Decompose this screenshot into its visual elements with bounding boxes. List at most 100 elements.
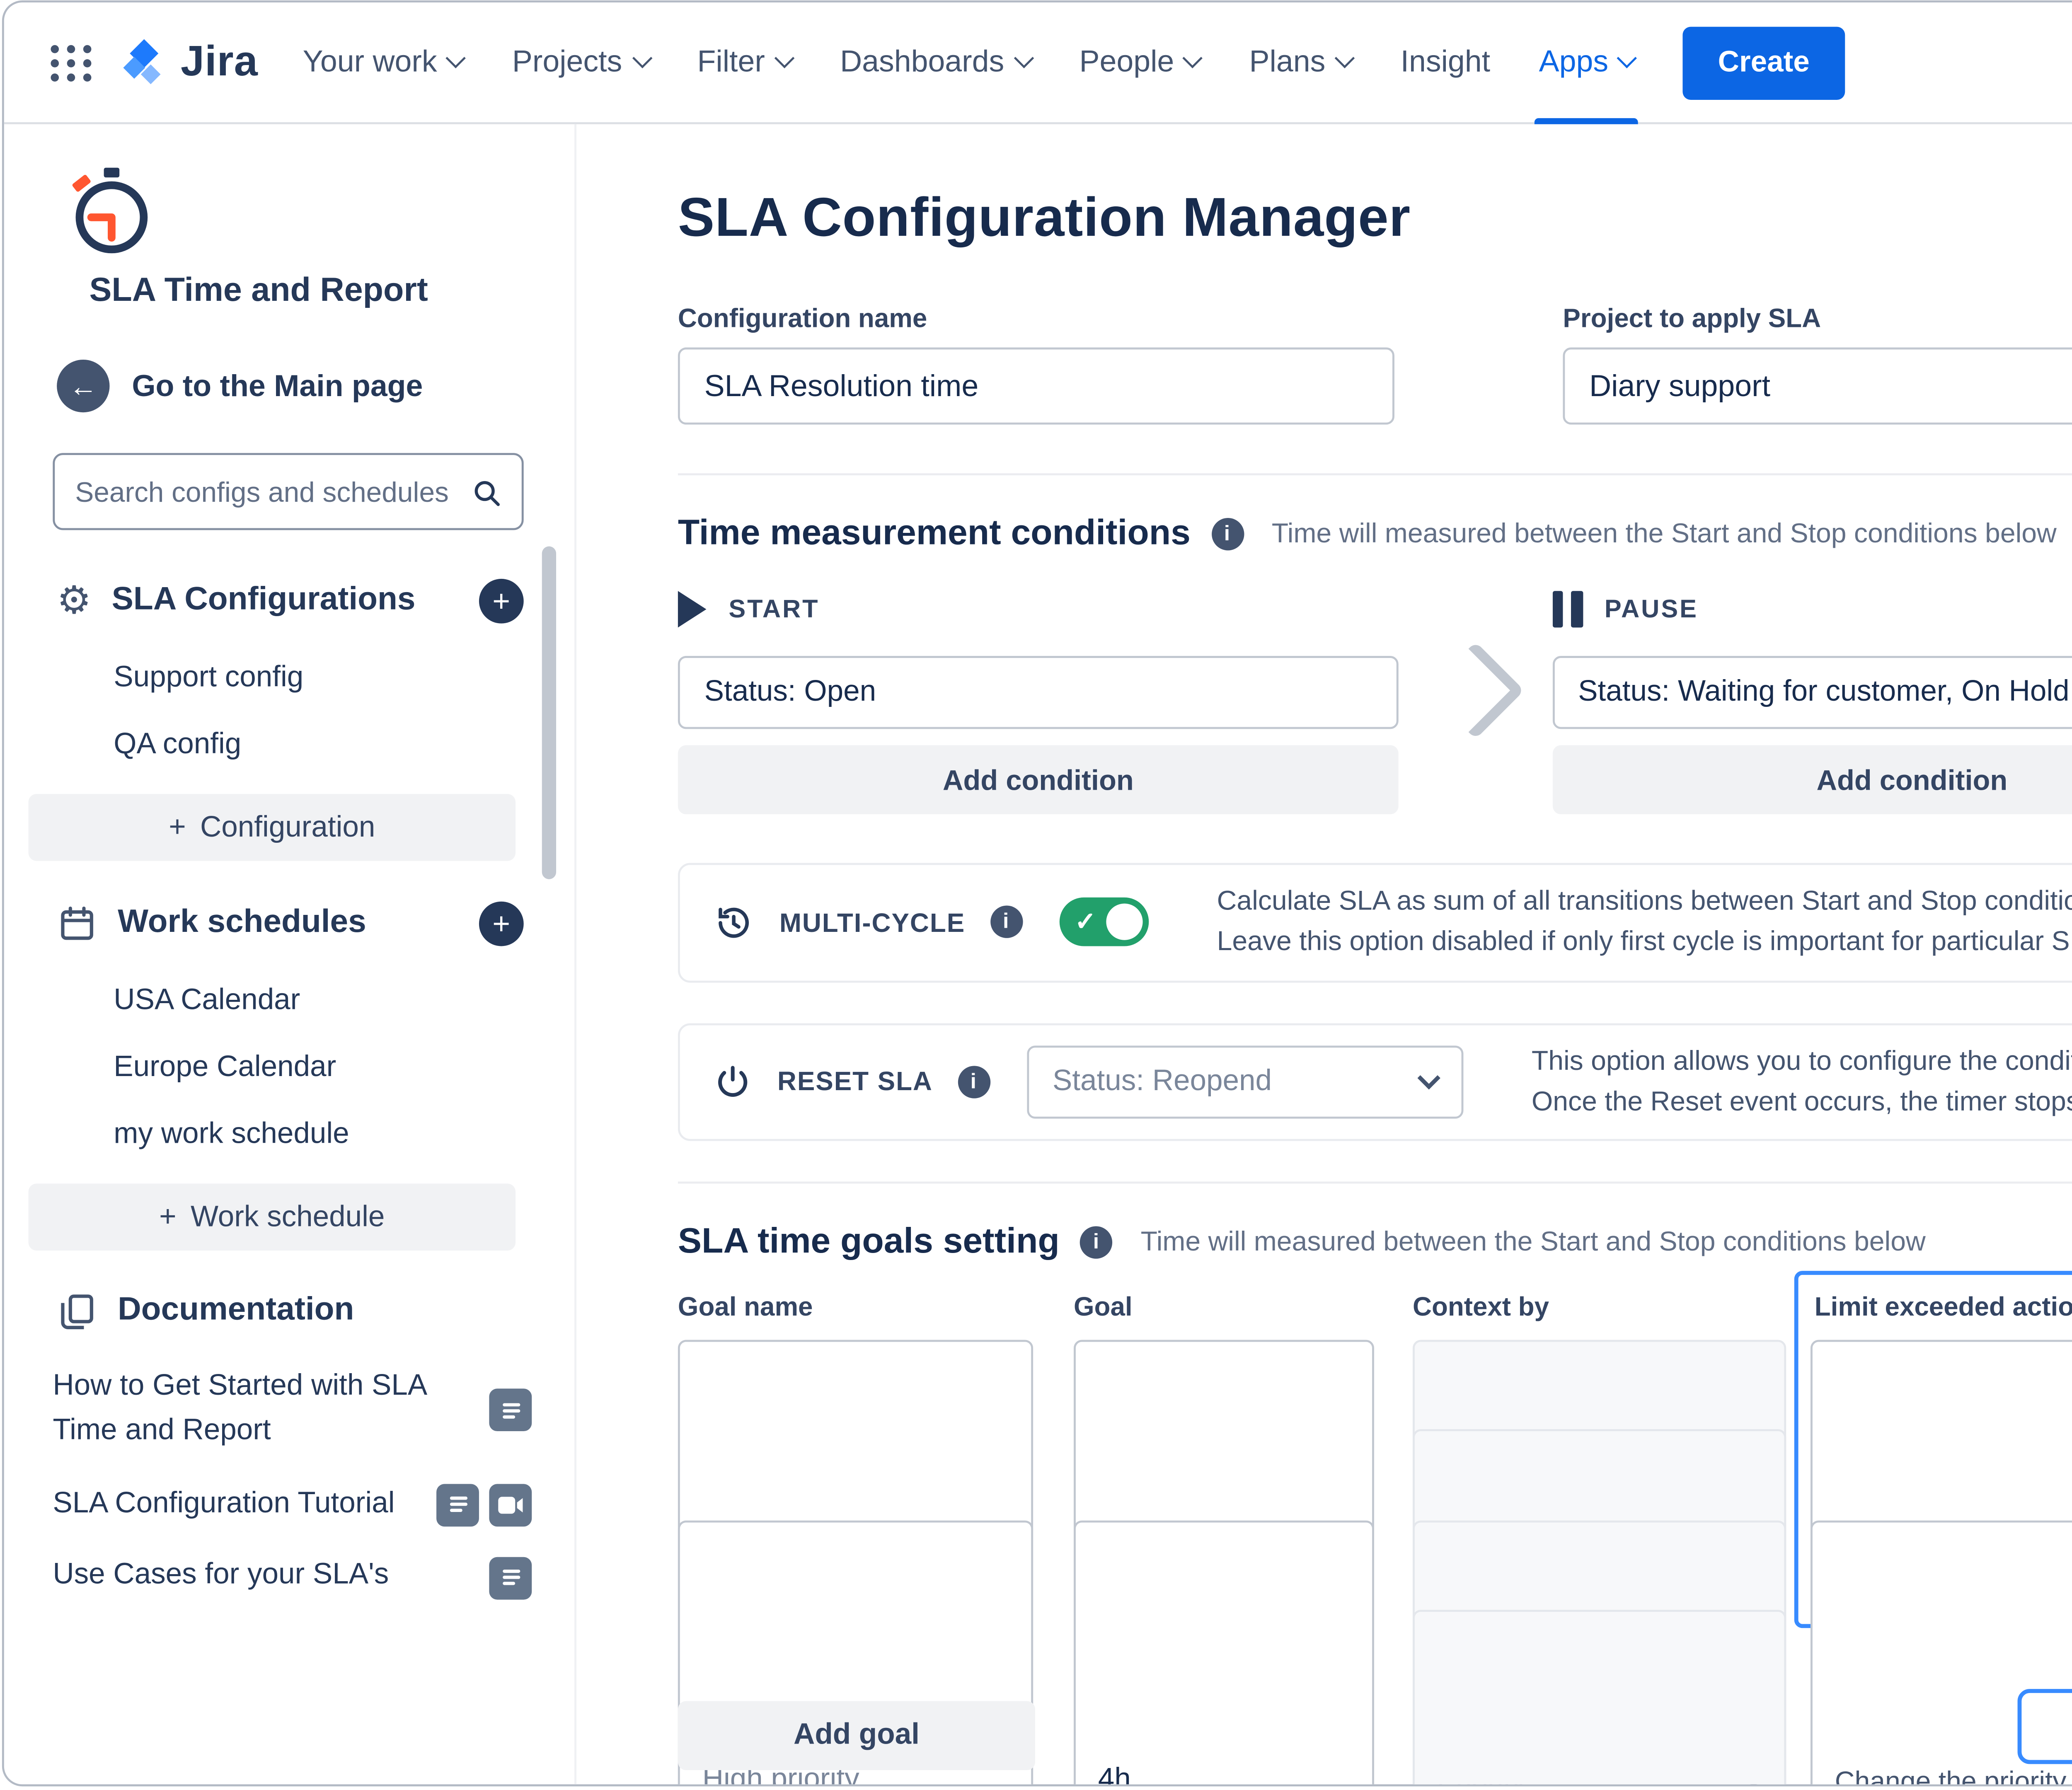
reset-condition-select[interactable]: Status: Reopend	[1026, 1045, 1462, 1118]
work-schedules-header: Work schedules +	[57, 902, 524, 946]
section-title: SLA Configurations	[112, 583, 459, 619]
multi-cycle-description: Calculate SLA as sum of all transitions …	[1217, 881, 2072, 963]
grid-icon	[50, 44, 92, 80]
add-goal-button[interactable]: Add goal	[678, 1701, 1035, 1770]
sidebar-item-my-work-schedule[interactable]: my work schedule	[53, 1101, 523, 1168]
goals-table: Goal name Goal Context by Limit exceeded…	[678, 1271, 2072, 1786]
nav-plans[interactable]: Plans	[1225, 1, 1376, 123]
col-context-by: Context by	[1413, 1291, 1549, 1321]
info-icon[interactable]: i	[1211, 517, 1243, 549]
doc-link-get-started[interactable]: How to Get Started with SLA Time and Rep…	[53, 1352, 532, 1469]
sidebar-item-usa-calendar[interactable]: USA Calendar	[53, 966, 523, 1033]
add-configuration-button[interactable]: + Configuration	[29, 794, 516, 861]
app-window: Jira Your work Projects Filter Dashboard…	[2, 0, 2072, 1786]
chevron-down-icon	[446, 48, 466, 68]
nav-apps[interactable]: Apps	[1515, 1, 1659, 123]
nav-people[interactable]: People	[1055, 1, 1225, 123]
history-icon	[712, 901, 755, 943]
sidebar-item-europe-calendar[interactable]: Europe Calendar	[53, 1033, 523, 1101]
pause-condition-column: PAUSE Add condition	[1552, 587, 2072, 815]
config-name-input[interactable]	[678, 348, 1394, 425]
document-badge-icon	[489, 1556, 532, 1599]
reset-sla-row: RESET SLA i Status: Reopend This option …	[678, 1022, 2072, 1141]
document-badge-icon	[489, 1389, 532, 1432]
play-icon	[678, 591, 707, 627]
doc-link-configuration-tutorial[interactable]: SLA Configuration Tutorial	[53, 1469, 532, 1541]
chevron-down-icon	[632, 48, 651, 68]
brand-name: Jira	[181, 38, 258, 87]
document-badge-icon	[436, 1484, 479, 1526]
sidebar-search[interactable]	[53, 453, 523, 530]
project-select[interactable]: Diary support	[1563, 348, 2072, 425]
sidebar-search-input[interactable]	[75, 477, 454, 507]
sidebar: SLA Time and Report ← Go to the Main pag…	[4, 124, 576, 1785]
jira-logo-icon	[118, 36, 170, 89]
chevron-down-icon	[774, 48, 794, 68]
add-configuration-icon-button[interactable]: +	[479, 579, 524, 624]
documents-icon	[57, 1291, 97, 1332]
info-icon[interactable]: i	[957, 1065, 990, 1098]
gear-icon: ⚙	[57, 582, 91, 620]
plus-icon: +	[169, 811, 186, 844]
col-goal: Goal	[1074, 1291, 1133, 1321]
doc-link-use-cases[interactable]: Use Cases for your SLA's	[53, 1541, 532, 1614]
chevron-down-icon	[1617, 48, 1637, 68]
sla-configurations-header: ⚙ SLA Configurations +	[57, 579, 524, 624]
project-label: Project to apply SLA	[1563, 303, 2072, 333]
add-work-schedule-button[interactable]: + Work schedule	[29, 1184, 516, 1251]
chevron-down-icon	[1184, 48, 1203, 68]
back-arrow-icon: ←	[57, 360, 109, 412]
time-conditions-hint: Time will measured between the Start and…	[1272, 518, 2057, 548]
page-title: SLA Configuration Manager	[678, 186, 1411, 249]
sidebar-item-qa-config[interactable]: QA config	[53, 711, 523, 778]
calendar-icon	[57, 904, 97, 944]
power-icon	[712, 1061, 753, 1102]
app-title: SLA Time and Report	[90, 272, 522, 311]
stopwatch-logo-icon	[65, 165, 158, 258]
nav-filter[interactable]: Filter	[673, 1, 816, 123]
documentation-header: Documentation	[57, 1291, 524, 1332]
main-content: SLA Configuration Manager Enabled ✓ ? Bo…	[576, 124, 2072, 1785]
pause-add-condition-button[interactable]: Add condition	[1552, 745, 2072, 815]
reset-sla-label: RESET SLA	[777, 1067, 933, 1097]
sidebar-item-support-config[interactable]: Support config	[53, 644, 523, 711]
info-icon[interactable]: i	[990, 906, 1022, 939]
nav-projects[interactable]: Projects	[488, 1, 673, 123]
chevron-down-icon	[1014, 48, 1034, 68]
pause-label: PAUSE	[1605, 595, 1698, 624]
reset-sla-description: This option allows you to configure the …	[1532, 1040, 2072, 1122]
goals-section-title: SLA time goals setting	[678, 1220, 1060, 1263]
nav-menu: Your work Projects Filter Dashboards Peo…	[278, 1, 1659, 123]
top-navigation: Jira Your work Projects Filter Dashboard…	[4, 2, 2072, 124]
app-logo-block: SLA Time and Report	[53, 165, 521, 311]
plus-icon: +	[159, 1201, 176, 1233]
nav-dashboards[interactable]: Dashboards	[816, 1, 1055, 123]
pause-icon	[1552, 591, 1582, 627]
automated-sla-actions-annotation: Automated SLA Actions	[2018, 1689, 2072, 1764]
col-limit-exceeded-action: Limit exceeded action	[1815, 1291, 2072, 1321]
col-goal-name: Goal name	[678, 1291, 813, 1321]
section-title: Documentation	[118, 1293, 524, 1330]
create-button[interactable]: Create	[1683, 26, 1844, 99]
multi-cycle-row: MULTI-CYCLE i ✓ Calculate SLA as sum of …	[678, 863, 2072, 982]
start-add-condition-button[interactable]: Add condition	[678, 745, 1399, 815]
multi-cycle-toggle[interactable]: ✓	[1059, 898, 1148, 947]
search-icon	[471, 474, 501, 509]
check-icon: ✓	[1075, 906, 1096, 936]
app-switcher-button[interactable]	[41, 32, 102, 93]
start-condition-column: START Add condition	[678, 587, 1399, 815]
sidebar-scrollbar[interactable]	[542, 547, 556, 879]
nav-insight[interactable]: Insight	[1376, 1, 1515, 123]
info-icon[interactable]: i	[1080, 1225, 1112, 1258]
pause-condition-input[interactable]	[1552, 656, 2072, 729]
add-schedule-icon-button[interactable]: +	[479, 902, 524, 946]
back-to-main-link[interactable]: ← Go to the Main page	[57, 360, 522, 412]
video-badge-icon	[489, 1484, 532, 1526]
nav-your-work[interactable]: Your work	[278, 1, 488, 123]
goal-time-input[interactable]	[1074, 1521, 1374, 1787]
section-title: Work schedules	[118, 905, 459, 942]
context-value-select[interactable]: High	[1413, 1610, 1786, 1786]
config-name-label: Configuration name	[678, 303, 1394, 333]
jira-logo[interactable]: Jira	[118, 36, 258, 89]
start-condition-input[interactable]	[678, 656, 1399, 729]
